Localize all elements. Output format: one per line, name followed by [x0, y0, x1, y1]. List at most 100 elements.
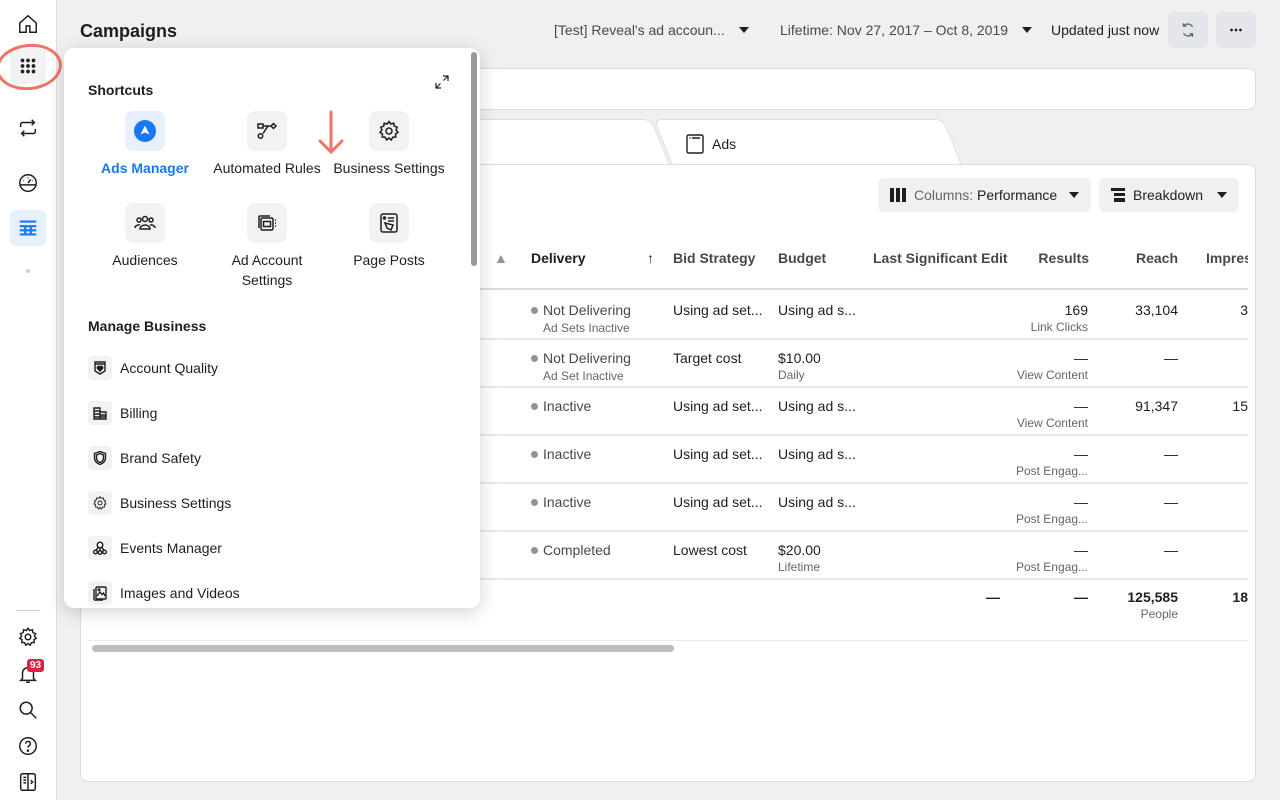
rail-more-dot	[26, 269, 30, 273]
menu-item-billing[interactable]: Billing	[88, 401, 157, 425]
panel-toggle-button[interactable]	[10, 764, 46, 800]
menu-item-events-manager[interactable]: Events Manager	[88, 536, 222, 560]
switch-icon	[19, 119, 37, 137]
delivery-status: Not Delivering	[531, 302, 631, 318]
columns-value: Performance	[977, 187, 1058, 203]
table-icon	[19, 220, 37, 236]
header-last-significant-edit[interactable]: Last Significant Edit	[873, 250, 1008, 266]
popup-scrollbar[interactable]	[471, 52, 477, 266]
menu-item-images-and-videos[interactable]: Images and Videos	[88, 581, 240, 605]
menu-item-business-settings[interactable]: Business Settings	[88, 491, 231, 515]
shortcut-ads-manager[interactable]: Ads Manager	[85, 111, 205, 178]
columns-button[interactable]: Columns: Performance	[878, 178, 1092, 212]
date-range-label: Lifetime: Nov 27, 2017 – Oct 8, 2019	[780, 22, 1009, 38]
reach: —	[1164, 494, 1178, 510]
automated-rules-icon	[257, 122, 278, 139]
updated-status: Updated just now	[1051, 22, 1160, 38]
sort-ascending-icon[interactable]: ↑	[647, 250, 654, 266]
bid-strategy: Using ad set...	[673, 446, 763, 462]
horizontal-scrollbar[interactable]	[92, 645, 674, 652]
left-rail: 93	[0, 0, 65, 800]
settings-button[interactable]	[10, 619, 46, 655]
header-bid-strategy[interactable]: Bid Strategy	[673, 250, 755, 266]
header-impressions[interactable]: Impres	[1206, 250, 1248, 266]
gear-icon	[93, 495, 107, 510]
refresh-button[interactable]	[1168, 12, 1208, 48]
results: —	[1074, 398, 1088, 414]
bid-strategy: Target cost	[673, 350, 742, 366]
audiences-icon	[134, 215, 156, 230]
menu-item-account-quality[interactable]: Account Quality	[88, 356, 218, 380]
status-dot-icon	[531, 451, 538, 458]
help-button[interactable]	[10, 728, 46, 764]
header-results[interactable]: Results	[1038, 250, 1089, 266]
breakdown-icon	[1111, 188, 1125, 202]
notification-badge: 93	[27, 659, 45, 672]
reach: —	[1164, 446, 1178, 462]
dashboard-button[interactable]	[10, 165, 46, 201]
results-type: Post Engag...	[1015, 464, 1088, 478]
budget: Using ad s...	[778, 398, 856, 414]
menu-item-brand-safety[interactable]: Brand Safety	[88, 446, 201, 470]
sidebar-icon	[19, 773, 37, 791]
account-selector[interactable]: [Test] Reveal's ad accoun...	[554, 22, 749, 38]
total-reach-unit: People	[1140, 607, 1178, 621]
bid-strategy: Lowest cost	[673, 542, 747, 558]
total-impressions: 18	[1232, 589, 1248, 605]
header-budget[interactable]: Budget	[778, 250, 826, 266]
shortcut-page-posts[interactable]: Page Posts	[329, 203, 449, 270]
search-button[interactable]	[10, 692, 46, 728]
results: 169	[1064, 302, 1088, 318]
delivery-substatus: Ad Set Inactive	[543, 369, 624, 383]
highlight-circle-annotation	[0, 40, 65, 94]
delivery-status: Inactive	[531, 494, 591, 510]
more-icon	[1230, 28, 1242, 32]
ads-manager-rail-button[interactable]	[10, 210, 46, 246]
breakdown-label: Breakdown	[1133, 187, 1204, 203]
page-posts-icon	[380, 213, 398, 233]
status-dot-icon	[531, 403, 538, 410]
switch-button[interactable]	[10, 110, 46, 146]
images-icon	[93, 586, 107, 601]
results: —	[1074, 542, 1088, 558]
columns-prefix: Columns:	[914, 187, 974, 203]
gear-icon	[18, 627, 38, 647]
caret-down-icon	[1069, 192, 1080, 198]
home-button[interactable]	[10, 6, 46, 42]
header-reach[interactable]: Reach	[1136, 250, 1178, 266]
expand-icon[interactable]	[434, 74, 450, 90]
budget: Using ad s...	[778, 446, 856, 462]
date-range-selector[interactable]: Lifetime: Nov 27, 2017 – Oct 8, 2019	[780, 22, 1033, 38]
budget: $10.00	[778, 350, 821, 366]
budget: Using ad s...	[778, 494, 856, 510]
warning-icon: ▲	[494, 250, 508, 266]
rail-divider	[16, 610, 40, 611]
impressions: 15	[1232, 398, 1248, 414]
shield-icon	[93, 450, 107, 466]
results: —	[1074, 494, 1088, 510]
refresh-icon	[1182, 23, 1194, 37]
shortcut-audiences[interactable]: Audiences	[85, 203, 205, 270]
status-dot-icon	[531, 499, 538, 506]
caret-down-icon	[1022, 27, 1033, 33]
shield-heart-icon	[94, 361, 106, 375]
shortcut-ad-account-settings[interactable]: Ad Account Settings	[207, 203, 327, 290]
caret-down-icon	[738, 27, 749, 33]
all-tools-popup: Shortcuts Ads Manager Automated Rules Bu…	[64, 48, 480, 608]
budget: $20.00	[778, 542, 821, 558]
results-type: View Content	[1016, 416, 1088, 430]
breakdown-button[interactable]: Breakdown	[1099, 178, 1240, 212]
caret-down-icon	[1217, 192, 1228, 198]
header-delivery[interactable]: Delivery	[531, 250, 585, 266]
reach: —	[1164, 542, 1178, 558]
shortcut-automated-rules[interactable]: Automated Rules	[207, 111, 327, 178]
columns-icon	[890, 188, 906, 202]
results-type: Link Clicks	[1030, 320, 1088, 334]
more-button[interactable]	[1216, 12, 1256, 48]
gear-icon	[378, 120, 400, 142]
impressions: 3	[1240, 302, 1248, 318]
shortcut-business-settings[interactable]: Business Settings	[329, 111, 449, 178]
ad-account-settings-icon	[258, 215, 276, 231]
bid-strategy: Using ad set...	[673, 302, 763, 318]
tab-ads-label[interactable]: Ads	[686, 134, 736, 154]
